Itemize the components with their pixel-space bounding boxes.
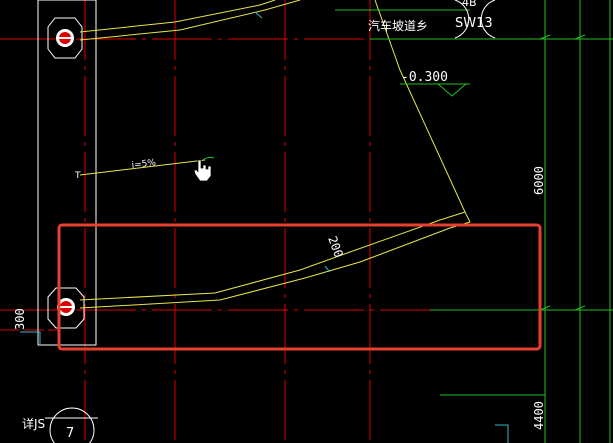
ramp-tag: SW13 (455, 16, 493, 31)
selection-highlight[interactable] (57, 223, 542, 351)
cad-drawing-canvas[interactable]: 汽车坡道乡 SW13 4B -0.300 i=5% T 200 6000 440… (0, 0, 613, 443)
slope-label: i=5% (131, 158, 157, 171)
detail-label: 详JS (22, 416, 45, 431)
hand-cursor-icon (193, 159, 212, 182)
dimension-4400: 4400 (532, 401, 546, 430)
dimension-lines (202, 0, 613, 443)
elevation-label: -0.300 (401, 70, 448, 85)
detail-number: 7 (66, 426, 74, 441)
dimension-300: 300 (13, 308, 27, 330)
axis-bubble-top-icon[interactable] (47, 17, 83, 59)
tag-top-partial: 4B (462, 0, 477, 9)
dimension-200: 200 (325, 234, 346, 259)
ramp-walls (79, 0, 471, 309)
axis-grid (0, 0, 613, 443)
axis-bubble-bottom-icon[interactable] (47, 287, 85, 329)
slope-tick: T (74, 171, 81, 181)
column-frames (37, 0, 97, 346)
dimension-6000: 6000 (532, 166, 546, 195)
ramp-label: 汽车坡道乡 (368, 18, 428, 33)
